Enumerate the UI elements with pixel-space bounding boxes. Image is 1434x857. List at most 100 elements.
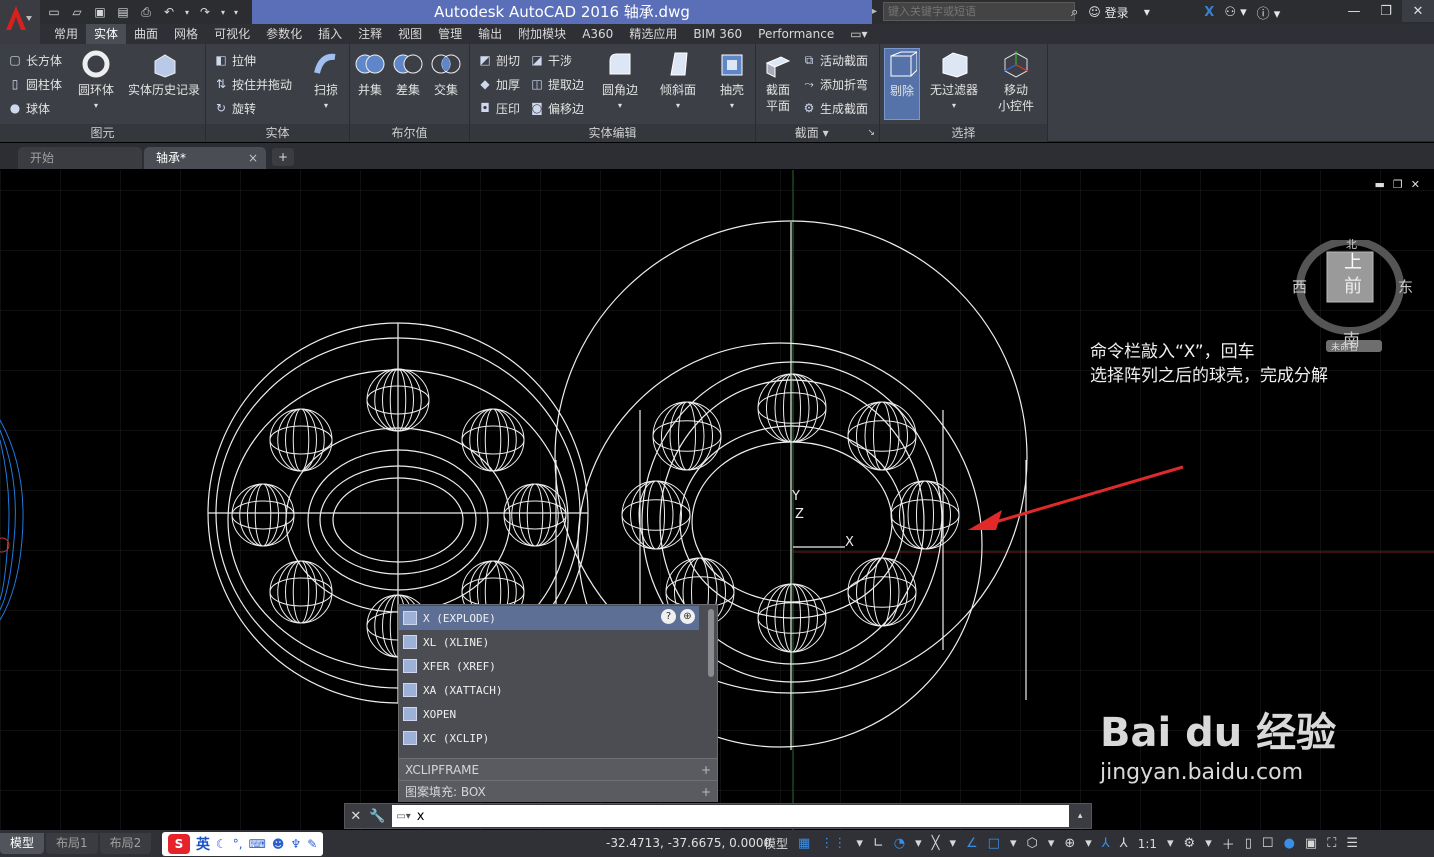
snap-icon[interactable]: ⋮⋮ — [818, 830, 848, 857]
ribbon-tab[interactable]: 精选应用 — [621, 24, 685, 44]
ribbon-tab[interactable]: 管理 — [430, 24, 470, 44]
ribbon-tab[interactable]: 可视化 — [206, 24, 258, 44]
grid-icon[interactable]: ▦ — [796, 830, 812, 857]
isolate-objects-icon[interactable]: ● — [1282, 830, 1297, 857]
sphere-button[interactable]: ● 球体 — [8, 97, 50, 119]
hardware-acceleration-icon[interactable]: ☐ — [1260, 830, 1276, 857]
osnap-dropdown-icon[interactable]: ▾ — [1008, 830, 1019, 857]
workspace-gear-icon[interactable]: ⚙ — [1182, 830, 1198, 857]
print-icon[interactable]: ⎙ — [136, 3, 156, 21]
isodraft-dropdown-icon[interactable]: ▾ — [947, 830, 958, 857]
scale-dropdown-icon[interactable]: ▾ — [1165, 830, 1176, 857]
revolve-button[interactable]: ↻ 旋转 — [214, 97, 256, 119]
auto-scale-icon[interactable]: ⅄ — [1118, 830, 1130, 857]
live-section-button[interactable]: ⧉ 活动截面 — [802, 49, 868, 71]
search-input[interactable] — [883, 2, 1076, 21]
save-icon[interactable]: ▣ — [90, 3, 110, 21]
cylinder-button[interactable]: ▯ 圆柱体 — [8, 73, 62, 95]
viewport-minimize-icon[interactable]: ▬ — [1375, 178, 1385, 191]
ucs-menu-label[interactable]: 未命名 — [1331, 340, 1358, 353]
no-filter-button[interactable]: 无过滤器 ▾ — [930, 48, 978, 114]
layout-tab-model[interactable]: 模型 — [0, 833, 45, 854]
polar-dropdown-icon[interactable]: ▾ — [913, 830, 924, 857]
autocomplete-item[interactable]: X (EXPLODE) — [399, 606, 699, 630]
ribbon-tab[interactable]: 注释 — [350, 24, 390, 44]
clean-screen-icon[interactable]: ▣ — [1303, 830, 1319, 857]
ribbon-options-icon[interactable]: ▭▾ — [842, 24, 875, 44]
autocomplete-item[interactable]: XA (XATTACH) — [399, 678, 699, 702]
viewcube[interactable]: 北 上 前 西 东 南 未命名 — [1292, 237, 1413, 353]
tools-icon[interactable]: ✎ — [307, 837, 317, 851]
section-plane-button[interactable]: 截面 平面 — [762, 48, 794, 114]
viewport-close-icon[interactable]: ✕ — [1411, 178, 1420, 191]
ribbon-tab[interactable]: 常用 — [46, 24, 86, 44]
sweep-button[interactable]: 扫掠 ▾ — [310, 48, 342, 114]
login-button[interactable]: ☺ 登录 ▾ — [1085, 2, 1197, 22]
minimize-icon[interactable]: — — [1338, 0, 1370, 22]
3d-osnap-icon[interactable]: ⬡ — [1024, 830, 1039, 857]
model-space-button[interactable]: 模型 — [762, 830, 790, 857]
interfere-button[interactable]: ◪ 干涉 — [530, 49, 572, 71]
snap-dropdown-icon[interactable]: ▾ — [854, 830, 865, 857]
dynamic-ucs-dropdown-icon[interactable]: ▾ — [1083, 830, 1094, 857]
viewcube-west[interactable]: 西 — [1292, 276, 1307, 297]
ribbon-tab[interactable]: 视图 — [390, 24, 430, 44]
generate-section-button[interactable]: ⚙ 生成截面 — [802, 97, 868, 119]
presspull-button[interactable]: ⇅ 按住并拖动 — [214, 73, 292, 95]
shirt-icon[interactable]: ♆ — [290, 837, 301, 851]
undo-icon[interactable]: ↶ — [159, 3, 179, 21]
fillet-edge-button[interactable]: 圆角边 ▾ — [602, 48, 638, 114]
annotation-visibility-icon[interactable]: ⅄ — [1100, 830, 1112, 857]
ribbon-tab[interactable]: 曲面 — [126, 24, 166, 44]
command-prompt-icon[interactable]: ▭▾ — [396, 811, 410, 822]
dynamic-ucs-icon[interactable]: ⊕ — [1062, 830, 1077, 857]
command-close-icon[interactable]: ✕ — [345, 804, 367, 828]
ribbon-tab[interactable]: 插入 — [310, 24, 350, 44]
redo-icon[interactable]: ↷ — [195, 3, 215, 21]
thicken-button[interactable]: ◆ 加厚 — [478, 73, 520, 95]
move-gizmo-button[interactable]: 移动 小控件 — [998, 48, 1034, 114]
keyboard-icon[interactable]: ⌨ — [249, 837, 266, 851]
help-icon[interactable]: ⓘ ▾ — [1254, 2, 1284, 22]
redo-dropdown-icon[interactable]: ▾ — [218, 3, 228, 21]
viewcube-front-face[interactable]: 前 — [1344, 272, 1362, 298]
coordinates-readout[interactable]: -32.4713, -37.6675, 0.0000 — [606, 830, 771, 857]
isodraft-icon[interactable]: ╳ — [930, 830, 942, 857]
customize-qat-icon[interactable]: ▾ — [231, 3, 241, 21]
ribbon-tab[interactable]: BIM 360 — [685, 24, 750, 44]
autocomplete-item[interactable]: XC (XCLIP) — [399, 726, 699, 750]
autocomplete-item[interactable]: XFER (XREF) — [399, 654, 699, 678]
ribbon-tab[interactable]: A360 — [574, 24, 621, 44]
culling-button[interactable]: 剔除 — [884, 48, 920, 120]
torus-button[interactable]: 圆环体 ▾ — [78, 48, 114, 114]
shell-button[interactable]: 抽壳 ▾ — [716, 48, 748, 114]
slice-button[interactable]: ◩ 剖切 — [478, 49, 520, 71]
new-icon[interactable]: ▭ — [44, 3, 64, 21]
command-input[interactable]: ▭▾ x — [392, 805, 1070, 827]
moon-icon[interactable]: ☾ — [216, 837, 227, 851]
panel-title-solid-edit[interactable]: 实体编辑 — [470, 124, 755, 142]
extract-edges-button[interactable]: ◫ 提取边 — [530, 73, 584, 95]
punctuation-icon[interactable]: °, — [233, 837, 243, 851]
file-tab-start[interactable]: 开始 — [18, 147, 142, 169]
undo-dropdown-icon[interactable]: ▾ — [182, 3, 192, 21]
layout-tab-2[interactable]: 布局2 — [99, 833, 152, 854]
3d-osnap-dropdown-icon[interactable]: ▾ — [1046, 830, 1057, 857]
ribbon-tab[interactable]: 输出 — [470, 24, 510, 44]
binoculars-icon[interactable]: ⌕ — [1068, 2, 1081, 22]
viewport-restore-icon[interactable]: ❐ — [1393, 178, 1403, 191]
imprint-button[interactable]: ◘ 压印 — [478, 97, 520, 119]
close-icon[interactable]: ✕ — [1402, 0, 1434, 22]
autocomplete-section-xclipframe[interactable]: XCLIPFRAME + — [399, 758, 717, 780]
solid-history-button[interactable]: 实体历史记录 — [128, 48, 200, 98]
new-tab-plus-icon[interactable]: + — [272, 148, 294, 166]
annotation-scale-label[interactable]: 1:1 — [1136, 830, 1159, 857]
ortho-icon[interactable]: ∟ — [871, 830, 886, 857]
customize-menu-icon[interactable]: ☰ — [1344, 830, 1360, 857]
autocomplete-item[interactable]: XOPEN — [399, 702, 699, 726]
ribbon-tab[interactable]: 实体 — [86, 24, 127, 44]
offset-edge-button[interactable]: ◙ 偏移边 — [530, 97, 584, 119]
search-web-icon[interactable]: ⊕ — [680, 609, 695, 624]
add-jog-button[interactable]: ⤳ 添加折弯 — [802, 73, 868, 95]
polar-icon[interactable]: ◔ — [892, 830, 907, 857]
